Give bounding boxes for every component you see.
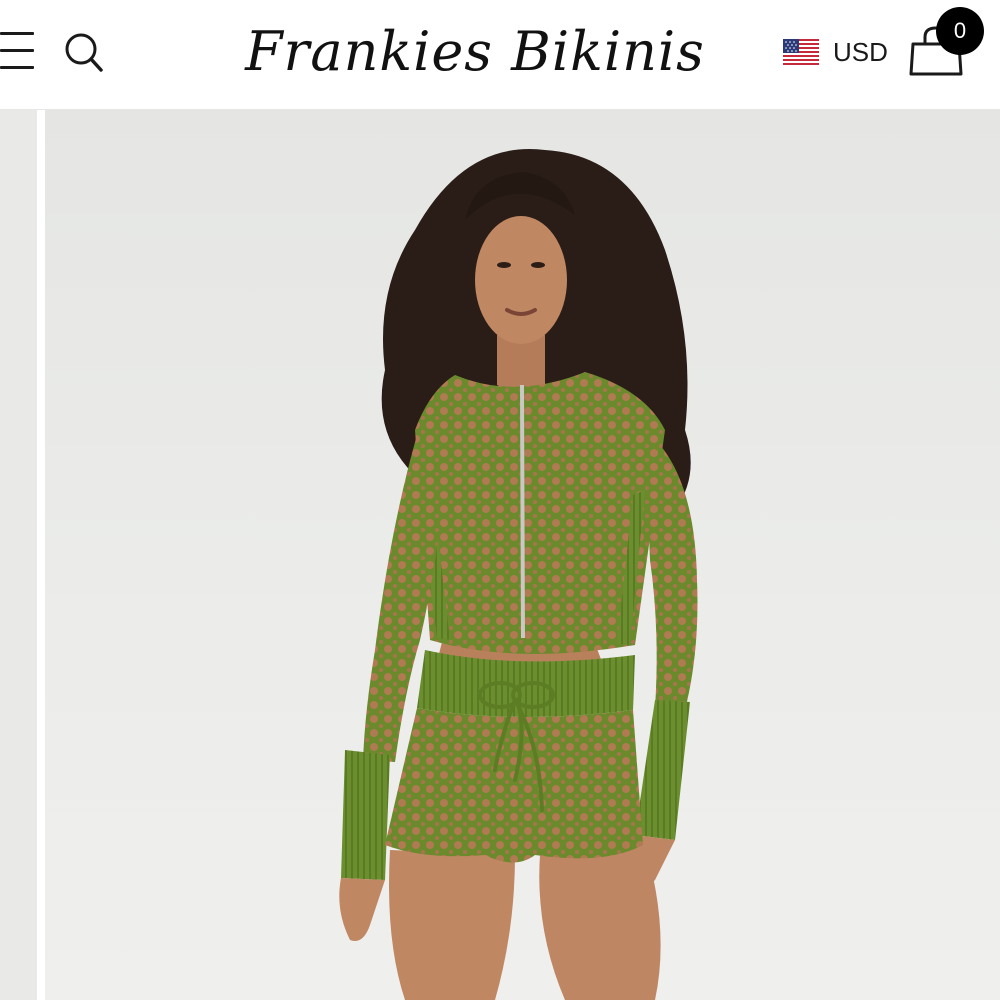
search-icon[interactable] [62,30,106,74]
us-flag-icon [783,39,819,65]
product-image-gallery [0,110,1000,1000]
previous-slide-peek[interactable] [0,110,37,1000]
site-header: Frankies Bikinis USD 0 [0,0,1000,110]
product-photo[interactable] [45,110,1000,1000]
model-illustration [339,149,698,1000]
brand-logo[interactable]: Frankies Bikinis [240,12,710,92]
cart-count-badge[interactable]: 0 [936,7,984,55]
currency-selector[interactable]: USD [783,36,888,68]
hamburger-menu-icon[interactable] [0,30,38,72]
currency-label: USD [833,36,888,67]
